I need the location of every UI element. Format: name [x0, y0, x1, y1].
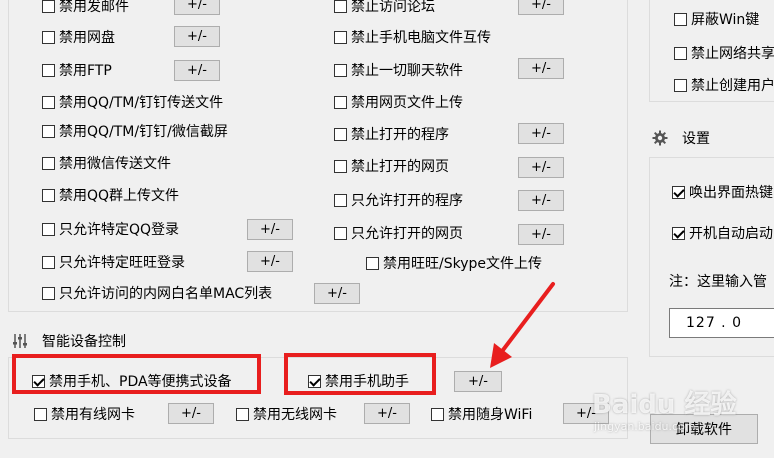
checkbox[interactable]	[334, 0, 347, 13]
checkbox-checked[interactable]	[672, 226, 685, 240]
checkbox[interactable]	[334, 30, 347, 44]
checkbox[interactable]	[42, 30, 55, 44]
cb-disable-qq-group-upload[interactable]: 禁用QQ群上传文件	[42, 184, 179, 206]
cb-disable-qq-file[interactable]: 禁用QQ/TM/钉钉传送文件	[42, 91, 223, 113]
allow-webpages-edit-button[interactable]: +/-	[518, 224, 564, 245]
checkbox[interactable]	[42, 0, 55, 13]
checkbox[interactable]	[236, 407, 249, 421]
baidu-watermark-url: jingyan.baidu.com	[594, 420, 696, 433]
checkbox[interactable]	[34, 407, 47, 421]
cb-block-chat[interactable]: 禁止一切聊天软件	[334, 59, 463, 81]
cb-disable-netdisk[interactable]: 禁用网盘	[42, 26, 115, 48]
cb-disable-screenshot[interactable]: 禁用QQ/TM/钉钉/微信截屏	[42, 120, 228, 142]
sliders-icon	[13, 334, 27, 348]
ftp-edit-button[interactable]: +/-	[174, 60, 220, 81]
checkbox[interactable]	[674, 46, 687, 60]
checkbox[interactable]	[334, 193, 347, 207]
baidu-watermark: Baidu 经验	[592, 390, 737, 420]
cb-block-phone-pc-transfer[interactable]: 禁止手机电脑文件互传	[334, 26, 491, 48]
mac-whitelist-edit-button[interactable]: +/-	[314, 283, 360, 304]
cb-disable-portable-wifi[interactable]: 禁用随身WiFi	[431, 403, 532, 425]
checkbox[interactable]	[334, 159, 347, 173]
cb-block-programs[interactable]: 禁止打开的程序	[334, 123, 449, 145]
block-programs-edit-button[interactable]: +/-	[518, 123, 564, 144]
cb-allow-webpages[interactable]: 只允许打开的网页	[334, 222, 463, 244]
qq-login-edit-button[interactable]: +/-	[247, 219, 293, 240]
wireless-nic-edit-button[interactable]: +/-	[364, 403, 410, 424]
email-edit-button[interactable]: +/-	[174, 0, 220, 15]
checkbox[interactable]	[366, 256, 379, 270]
highlight-box-assistant	[284, 353, 436, 395]
checkbox[interactable]	[42, 156, 55, 170]
phone-assistant-edit-button[interactable]: +/-	[454, 371, 502, 392]
netdisk-edit-button[interactable]: +/-	[174, 26, 220, 47]
wangwang-login-edit-button[interactable]: +/-	[247, 251, 293, 272]
chat-edit-button[interactable]: +/-	[518, 58, 564, 79]
settings-title: 设置	[682, 131, 710, 147]
settings-note: 注：这里输入管	[669, 274, 767, 290]
smart-devices-header: 智能设备控制	[12, 330, 126, 352]
checkbox[interactable]	[42, 255, 55, 269]
forum-edit-button[interactable]: +/-	[518, 0, 564, 15]
ip-address-input[interactable]: 127 . 0	[669, 308, 774, 338]
cb-disable-ftp[interactable]: 禁用FTP	[42, 59, 112, 81]
checkbox[interactable]	[42, 188, 55, 202]
cb-only-qq-login[interactable]: 只允许特定QQ登录	[42, 218, 179, 240]
cb-hotkey[interactable]: 唤出界面热键	[672, 181, 773, 203]
highlight-box-portable	[12, 354, 261, 394]
checkbox[interactable]	[334, 63, 347, 77]
cb-disable-web-upload[interactable]: 禁用网页文件上传	[334, 91, 463, 113]
wired-nic-edit-button[interactable]: +/-	[168, 403, 214, 424]
checkbox[interactable]	[42, 63, 55, 77]
checkbox[interactable]	[42, 95, 55, 109]
cb-disable-email[interactable]: 禁用发邮件	[42, 0, 129, 17]
cb-autostart[interactable]: 开机自动启动	[672, 222, 773, 244]
checkbox[interactable]	[674, 12, 687, 26]
cb-disable-wangwang-skype-upload[interactable]: 禁用旺旺/Skype文件上传	[366, 252, 542, 274]
cb-disable-wireless-nic[interactable]: 禁用无线网卡	[236, 403, 337, 425]
checkbox[interactable]	[42, 286, 55, 300]
cb-block-win-key[interactable]: 屏蔽Win键	[674, 8, 759, 30]
cb-disable-wechat-file[interactable]: 禁用微信传送文件	[42, 152, 171, 174]
settings-header: 设置	[652, 127, 710, 149]
cb-block-forum[interactable]: 禁止访问论坛	[334, 0, 435, 17]
cb-mac-whitelist[interactable]: 只允许访问的内网白名单MAC列表	[42, 282, 272, 304]
cb-block-create-user[interactable]: 禁止创建用户	[674, 74, 774, 96]
checkbox[interactable]	[334, 226, 347, 240]
cb-block-network-share[interactable]: 禁止网络共享	[674, 42, 774, 64]
checkbox-checked[interactable]	[672, 185, 685, 199]
cb-block-webpages[interactable]: 禁止打开的网页	[334, 155, 449, 177]
checkbox[interactable]	[42, 222, 55, 236]
cb-disable-wired-nic[interactable]: 禁用有线网卡	[34, 403, 135, 425]
cb-allow-programs[interactable]: 只允许打开的程序	[334, 189, 463, 211]
checkbox[interactable]	[674, 78, 687, 92]
checkbox[interactable]	[431, 407, 444, 421]
checkbox[interactable]	[42, 124, 55, 138]
checkbox[interactable]	[334, 127, 347, 141]
cb-only-wangwang-login[interactable]: 只允许特定旺旺登录	[42, 251, 185, 273]
gear-icon	[652, 130, 668, 146]
block-webpages-edit-button[interactable]: +/-	[518, 157, 564, 178]
smart-devices-title: 智能设备控制	[42, 334, 126, 350]
allow-programs-edit-button[interactable]: +/-	[518, 190, 564, 211]
checkbox[interactable]	[334, 95, 347, 109]
